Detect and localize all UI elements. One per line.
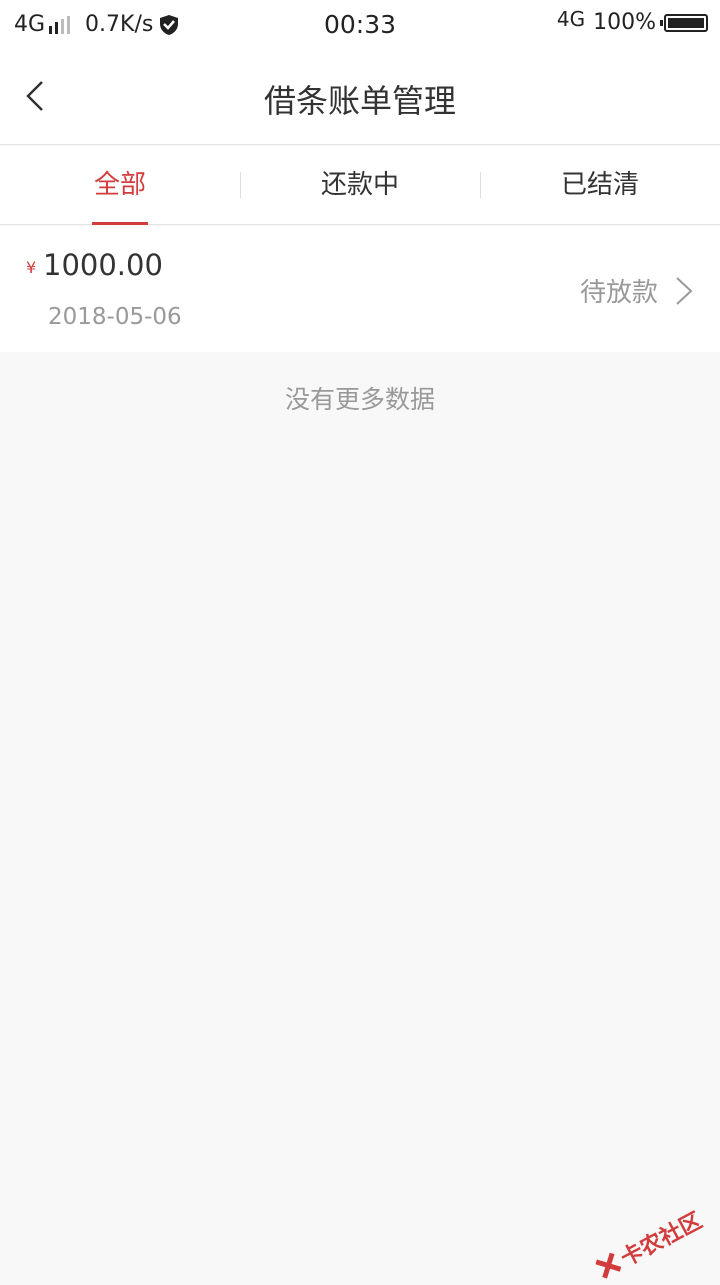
no-more-data-text: 没有更多数据 (284, 385, 435, 414)
page-title: 借条账单管理 (263, 82, 456, 120)
navigation-bar: 借条账单管理 (0, 50, 720, 145)
bill-status: 待放款 (579, 278, 658, 308)
chevron-right-icon (676, 277, 693, 305)
tab-divider (480, 172, 481, 198)
bill-list-item[interactable]: ¥ 1000.00 2018-05-06 待放款 (0, 226, 720, 352)
battery-icon (660, 13, 708, 32)
tab-all[interactable]: 全部 (0, 146, 240, 225)
bill-date: 2018-05-06 (48, 304, 182, 330)
tab-repaying[interactable]: 还款中 (240, 146, 480, 224)
watermark-logo-icon (595, 1252, 622, 1279)
bill-amount: 1000.00 (43, 248, 163, 282)
battery-percent: 100% (593, 10, 656, 35)
tab-settled[interactable]: 已结清 (480, 146, 720, 224)
tab-divider (240, 172, 241, 198)
watermark-text: 卡农社区 (616, 1208, 707, 1272)
status-right: 4G 100% (556, 6, 708, 35)
currency-symbol: ¥ (26, 258, 37, 277)
watermark: 卡农社区 (591, 1203, 707, 1285)
status-bar: 4G 0.7K/s 00:33 4G 100% (0, 0, 720, 50)
tab-bar: 全部 还款中 已结清 (0, 146, 720, 225)
network-type-right: 4G (556, 6, 586, 31)
